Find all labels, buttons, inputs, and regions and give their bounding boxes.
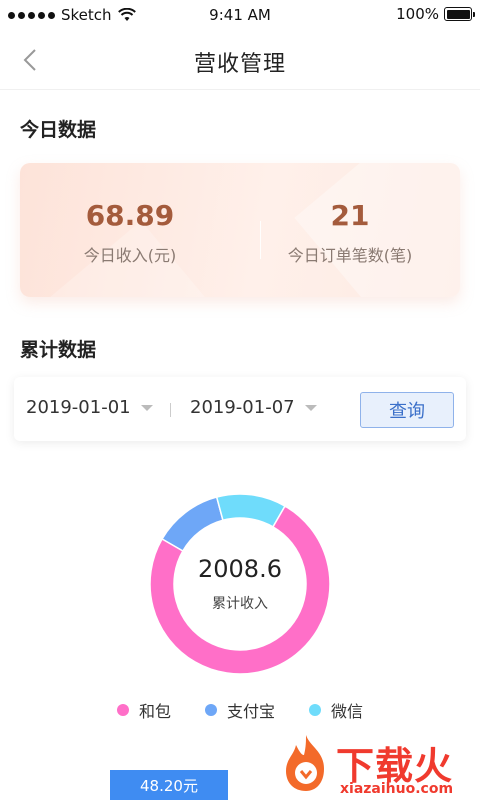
today-section-title: 今日数据 [20, 119, 97, 141]
legend-dot [309, 704, 321, 716]
watermark-url: xiazaihuo.com [340, 781, 454, 797]
start-date-select[interactable]: 2019-01-01 [26, 397, 153, 418]
today-orders-stat: 21 今日订单笔数(笔) [240, 199, 460, 266]
today-orders-value: 21 [330, 199, 370, 232]
watermark: 下载火 xiazaihuo.com [276, 733, 476, 799]
today-stats-card: 68.89 今日收入(元) 21 今日订单笔数(笔) [20, 163, 460, 297]
caret-down-icon [140, 404, 153, 411]
legend-item: 支付宝 [204, 698, 275, 722]
date-filter-bar: 2019-01-01 2019-01-07 查询 [14, 377, 466, 441]
battery-icon [444, 7, 475, 21]
legend-label: 微信 [331, 702, 364, 721]
caret-down-icon [304, 404, 317, 411]
page-title: 营收管理 [193, 52, 286, 77]
legend-label: 支付宝 [226, 702, 275, 721]
end-date-value: 2019-01-07 [190, 397, 295, 418]
status-right: 100% [396, 5, 475, 23]
today-income-value: 68.89 [85, 199, 175, 232]
total-income-value: 2008.6 [198, 555, 282, 583]
legend-item: 微信 [309, 698, 363, 722]
nav-bar: 营收管理 [0, 30, 480, 90]
today-orders-label: 今日订单笔数(笔) [287, 246, 413, 265]
cumulative-section-title: 累计数据 [20, 339, 97, 361]
end-date-select[interactable]: 2019-01-07 [190, 397, 317, 418]
date-separator [170, 403, 171, 417]
donut-center: 2008.6 累计收入 [140, 484, 340, 684]
battery-percent: 100% [396, 5, 439, 23]
legend-item: 和包 [116, 698, 171, 722]
chart-legend: 和包 支付宝 微信 [0, 698, 480, 722]
total-income-label: 累计收入 [212, 596, 268, 612]
legend-dot [204, 704, 217, 716]
legend-dot [116, 704, 129, 716]
status-bar: Sketch 9:41 AM 100% [0, 0, 480, 30]
flame-logo-icon [286, 735, 324, 791]
legend-label: 和包 [138, 702, 171, 721]
today-income-stat: 68.89 今日收入(元) [20, 199, 240, 266]
start-date-value: 2019-01-01 [26, 397, 131, 418]
today-income-label: 今日收入(元) [83, 246, 177, 265]
query-button[interactable]: 查询 [360, 392, 454, 428]
value-tooltip: 48.20元 [110, 770, 228, 800]
